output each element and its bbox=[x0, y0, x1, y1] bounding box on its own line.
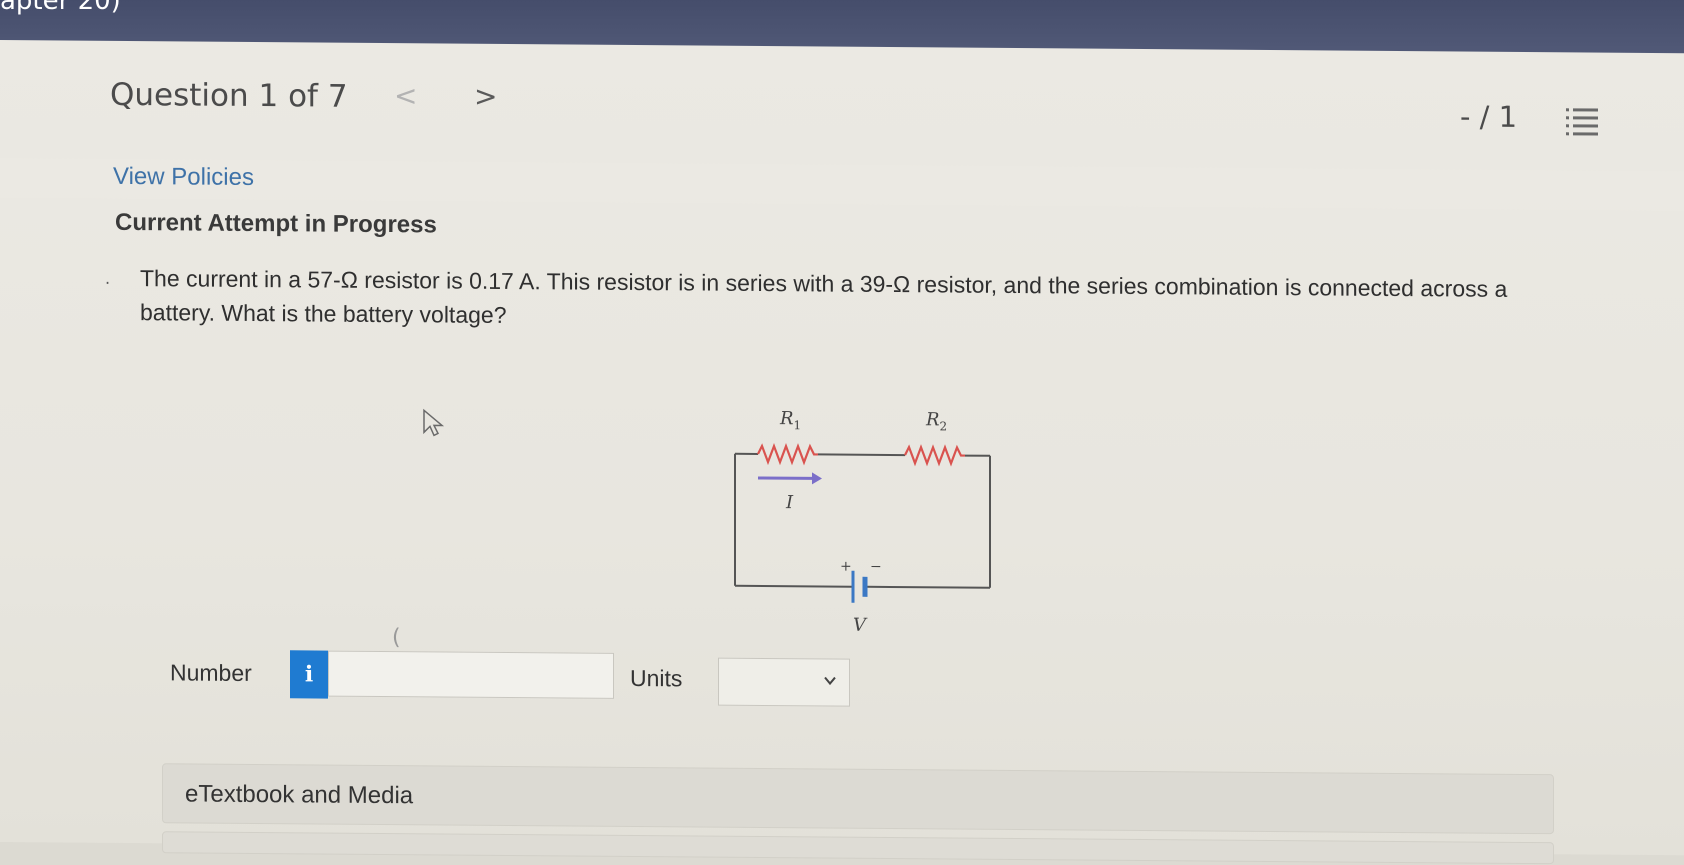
units-label: Units bbox=[630, 665, 682, 692]
question-bullet: . bbox=[105, 269, 110, 288]
wire-top-middle bbox=[818, 454, 905, 455]
battery-plus-sign: + bbox=[840, 559, 852, 575]
etextbook-media-panel[interactable]: eTextbook and Media bbox=[162, 763, 1554, 834]
units-dropdown[interactable] bbox=[718, 658, 850, 707]
answer-row: Number i Units bbox=[0, 640, 1684, 713]
number-input[interactable] bbox=[328, 651, 614, 699]
battery-minus-sign: − bbox=[870, 559, 882, 575]
current-label: I bbox=[785, 492, 794, 513]
number-label: Number bbox=[170, 659, 252, 687]
wire-bottom-right bbox=[866, 587, 990, 588]
info-button[interactable]: i bbox=[290, 650, 328, 698]
etextbook-media-label: eTextbook and Media bbox=[185, 780, 413, 810]
attempt-status: Current Attempt in Progress bbox=[115, 209, 437, 240]
wire-bottom-left bbox=[735, 586, 852, 587]
next-panel-edge bbox=[162, 831, 1554, 864]
list-icon[interactable] bbox=[1566, 106, 1598, 136]
prev-question-button[interactable]: < bbox=[394, 79, 417, 112]
view-policies-link[interactable]: View Policies bbox=[113, 163, 254, 192]
mouse-cursor-icon bbox=[422, 408, 446, 438]
current-arrowhead bbox=[812, 472, 822, 484]
next-question-button[interactable]: > bbox=[474, 80, 497, 113]
chapter-title: apter 20) bbox=[0, 0, 121, 16]
r1-label: R1 bbox=[779, 408, 801, 432]
question-title: Question 1 of 7 bbox=[110, 77, 348, 115]
score-display: - / 1 bbox=[1460, 99, 1517, 133]
resistor-r2 bbox=[905, 447, 965, 463]
voltage-label: V bbox=[853, 615, 868, 636]
r2-label: R2 bbox=[925, 409, 947, 433]
chevron-down-icon bbox=[823, 673, 837, 687]
resistor-r1 bbox=[758, 446, 818, 462]
question-text: The current in a 57-Ω resistor is 0.17 A… bbox=[140, 261, 1580, 340]
question-page: Question 1 of 7 < > - / 1 View Policies … bbox=[0, 40, 1684, 855]
circuit-diagram: R1 R2 I + − V bbox=[700, 363, 1000, 645]
